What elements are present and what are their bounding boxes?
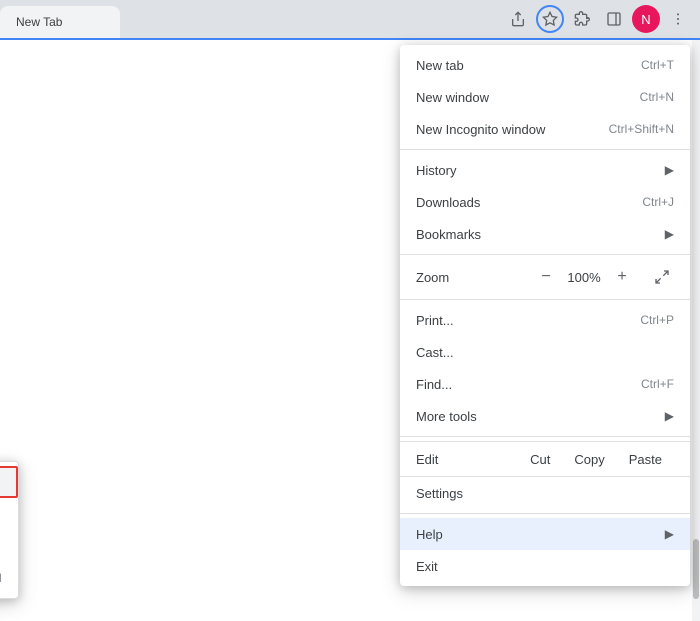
incognito-shortcut: Ctrl+Shift+N bbox=[609, 122, 674, 136]
tab-area: New Tab bbox=[0, 0, 496, 38]
menu-item-cast[interactable]: Cast... bbox=[400, 336, 690, 368]
downloads-shortcut: Ctrl+J bbox=[642, 195, 674, 209]
menu-item-bookmarks[interactable]: Bookmarks ▶ bbox=[400, 218, 690, 250]
zoom-label: Zoom bbox=[416, 270, 534, 285]
menu-item-new-window[interactable]: New window Ctrl+N bbox=[400, 81, 690, 113]
menu-item-print[interactable]: Print... Ctrl+P bbox=[400, 304, 690, 336]
share-icon[interactable] bbox=[504, 5, 532, 33]
cut-label: Cut bbox=[530, 452, 550, 467]
copy-label: Copy bbox=[574, 452, 604, 467]
zoom-minus-icon: − bbox=[541, 268, 550, 286]
fullscreen-button[interactable] bbox=[650, 265, 674, 289]
menu-item-settings[interactable]: Settings bbox=[400, 477, 690, 509]
submenu-item-about[interactable]: About Google Chrome bbox=[0, 466, 18, 498]
separator-5 bbox=[400, 513, 690, 514]
separator-3 bbox=[400, 299, 690, 300]
new-window-shortcut: Ctrl+N bbox=[640, 90, 674, 104]
menu-item-help[interactable]: Help ▶ bbox=[400, 518, 690, 550]
help-label: Help bbox=[416, 527, 443, 542]
paste-label: Paste bbox=[629, 452, 662, 467]
zoom-minus-button[interactable]: − bbox=[534, 265, 558, 289]
extensions-icon[interactable] bbox=[568, 5, 596, 33]
zoom-plus-button[interactable]: + bbox=[610, 265, 634, 289]
menu-icon[interactable] bbox=[664, 5, 692, 33]
history-arrow: ▶ bbox=[665, 163, 674, 177]
profile-avatar[interactable]: N bbox=[632, 5, 660, 33]
submenu-item-whats-new[interactable]: What's New bbox=[0, 498, 18, 530]
menu-item-more-tools[interactable]: More tools ▶ bbox=[400, 400, 690, 432]
cast-label: Cast... bbox=[416, 345, 454, 360]
menu-item-downloads[interactable]: Downloads Ctrl+J bbox=[400, 186, 690, 218]
menu-item-find[interactable]: Find... Ctrl+F bbox=[400, 368, 690, 400]
browser-chrome: New Tab N bbox=[0, 0, 700, 40]
downloads-label: Downloads bbox=[416, 195, 480, 210]
tab-label: New Tab bbox=[16, 15, 62, 29]
new-tab-shortcut: Ctrl+T bbox=[641, 58, 674, 72]
bookmarks-arrow: ▶ bbox=[665, 227, 674, 241]
menu-item-history[interactable]: History ▶ bbox=[400, 154, 690, 186]
zoom-plus-icon: + bbox=[617, 268, 626, 286]
browser-tab[interactable]: New Tab bbox=[0, 6, 120, 38]
menu-item-exit[interactable]: Exit bbox=[400, 550, 690, 582]
sidebar-toggle-icon[interactable] bbox=[600, 5, 628, 33]
new-tab-label: New tab bbox=[416, 58, 464, 73]
separator-1 bbox=[400, 149, 690, 150]
find-shortcut: Ctrl+F bbox=[641, 377, 674, 391]
content-area: New tab Ctrl+T New window Ctrl+N New Inc… bbox=[0, 40, 700, 621]
edit-label: Edit bbox=[416, 452, 518, 467]
exit-label: Exit bbox=[416, 559, 438, 574]
avatar-letter: N bbox=[641, 12, 650, 27]
bookmarks-label: Bookmarks bbox=[416, 227, 481, 242]
help-submenu: About Google Chrome What's New Help cent… bbox=[0, 461, 19, 599]
history-label: History bbox=[416, 163, 456, 178]
incognito-label: New Incognito window bbox=[416, 122, 545, 137]
submenu-item-report-issue[interactable]: Report an issue... Alt+Shift+I bbox=[0, 562, 18, 594]
separator-4 bbox=[400, 436, 690, 437]
menu-item-new-tab[interactable]: New tab Ctrl+T bbox=[400, 49, 690, 81]
edit-row: Edit Cut Copy Paste bbox=[400, 441, 690, 477]
scrollbar[interactable] bbox=[692, 40, 700, 621]
scrollbar-thumb[interactable] bbox=[693, 539, 699, 599]
find-label: Find... bbox=[416, 377, 452, 392]
new-window-label: New window bbox=[416, 90, 489, 105]
separator-2 bbox=[400, 254, 690, 255]
zoom-row: Zoom − 100% + bbox=[400, 259, 690, 295]
bookmark-icon[interactable] bbox=[536, 5, 564, 33]
paste-button[interactable]: Paste bbox=[617, 448, 674, 471]
report-issue-shortcut: Alt+Shift+I bbox=[0, 571, 2, 585]
more-tools-arrow: ▶ bbox=[665, 409, 674, 423]
cut-button[interactable]: Cut bbox=[518, 448, 562, 471]
submenu-item-help-center[interactable]: Help center bbox=[0, 530, 18, 562]
copy-button[interactable]: Copy bbox=[562, 448, 616, 471]
more-tools-label: More tools bbox=[416, 409, 477, 424]
settings-label: Settings bbox=[416, 486, 463, 501]
zoom-controls: − 100% + bbox=[534, 265, 674, 289]
print-shortcut: Ctrl+P bbox=[640, 313, 674, 327]
zoom-value: 100% bbox=[566, 270, 602, 285]
menu-item-incognito[interactable]: New Incognito window Ctrl+Shift+N bbox=[400, 113, 690, 145]
toolbar-icons: N bbox=[496, 0, 700, 38]
help-arrow: ▶ bbox=[665, 527, 674, 541]
print-label: Print... bbox=[416, 313, 454, 328]
edit-btn-group: Cut Copy Paste bbox=[518, 448, 674, 471]
main-menu: New tab Ctrl+T New window Ctrl+N New Inc… bbox=[400, 45, 690, 586]
